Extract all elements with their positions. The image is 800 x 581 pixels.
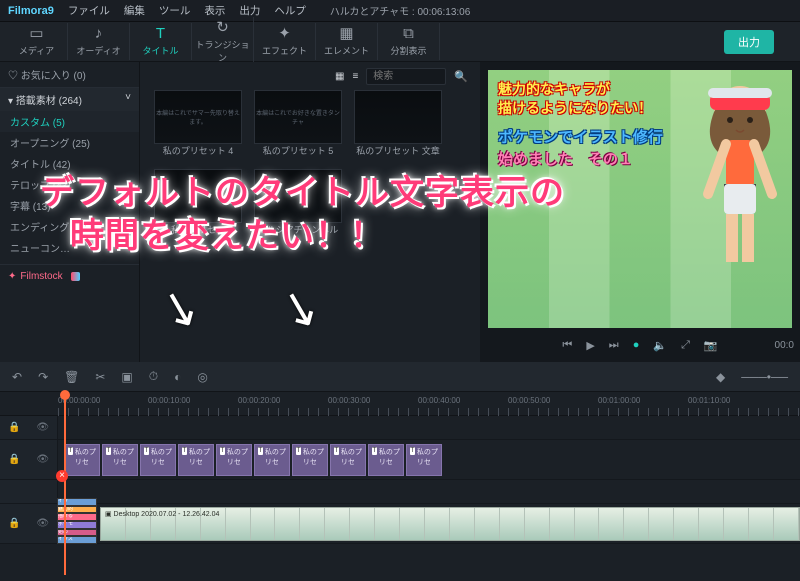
menu-help[interactable]: ヘルプ — [274, 3, 306, 18]
list-view-icon[interactable]: ≡ — [352, 71, 358, 82]
playhead[interactable] — [64, 392, 66, 575]
preview-timecode: 00:0 — [775, 340, 794, 351]
preview-panel: 魅力的なキャラが 描けるようになりたい！ ポケモンでイラスト修行 始めました そ… — [480, 62, 800, 362]
title-clip[interactable]: 私のプリセ — [292, 444, 328, 476]
title-clip[interactable]: 私のプリセ — [102, 444, 138, 476]
mode-tab-5[interactable]: ▦エレメント — [316, 23, 378, 60]
track-spacer — [0, 480, 800, 504]
filmstock-link[interactable]: ✦ Filmstock — [0, 264, 139, 288]
timeline-toolbar: ↶ ↷ 🗑 ✂ ▣ ⏱ ◐ ◎ ◆ ───•── — [0, 362, 800, 392]
title-clip[interactable]: 私のプリセ — [254, 444, 290, 476]
menu-file[interactable]: ファイル — [68, 3, 110, 18]
color-button[interactable]: ◐ — [174, 370, 181, 384]
lock-icon[interactable]: 🔒 — [8, 518, 20, 529]
eye-icon[interactable]: 👁 — [36, 454, 49, 465]
asset-thumb-4[interactable]: 海ルシアチャンネル — [254, 169, 342, 236]
speed-button[interactable]: ⏱ — [149, 369, 158, 384]
record-button[interactable]: ● — [633, 339, 640, 351]
favorites-header[interactable]: ♡ お気に入り (0) — [0, 62, 139, 88]
mode-tab-1[interactable]: ♪オーディオ — [68, 23, 130, 60]
grid-view-icon[interactable]: ▦ — [335, 71, 344, 82]
mode-tabs: ▭メディア♪オーディオTタイトル↻トランジション✦エフェクト▦エレメント⧉分割表… — [0, 22, 800, 62]
asset-thumb-2[interactable]: 私のプリセット 文章 — [354, 90, 442, 157]
cut-button[interactable]: ✂ — [95, 370, 105, 384]
menubar: ファイル 編集 ツール 表示 出力 ヘルプ — [68, 3, 306, 18]
undo-button[interactable]: ↶ — [12, 370, 22, 384]
lock-icon[interactable]: 🔒 — [8, 454, 20, 465]
title-clip[interactable]: 私のプリセ — [406, 444, 442, 476]
delete-marker[interactable]: × — [56, 470, 68, 482]
eye-icon[interactable]: 👁 — [36, 422, 49, 433]
title-clip[interactable]: 私のプリセ — [330, 444, 366, 476]
character-illustration — [690, 74, 790, 274]
search-input[interactable] — [366, 68, 446, 85]
volume-icon[interactable]: 🔈 — [653, 339, 667, 352]
track-3: 🔒👁 — [0, 416, 800, 440]
mode-tab-0[interactable]: ▭メディア — [6, 23, 68, 60]
title-clip[interactable]: 私のプリセ — [140, 444, 176, 476]
timeline-ruler[interactable]: 00:00:00:0000:00:10:0000:00:20:0000:00:3… — [0, 392, 800, 416]
play-button[interactable]: ▶ — [586, 339, 594, 352]
next-frame-button[interactable]: ⏭ — [609, 339, 619, 352]
prev-frame-button[interactable]: ⏮ — [562, 339, 572, 352]
tracks-area: × 🔒👁 🔒👁 私のプリセ私のプリセ私のプリセ私のプリセ私のプリセ私のプリセ私の… — [0, 416, 800, 581]
track-1-video: 🔒👁 ▣ Desktop 2020.07.02 - 12.26.42.04イラ魅… — [0, 504, 800, 544]
zoom-slider[interactable]: ───•── — [741, 370, 788, 384]
category-item-2[interactable]: タイトル (42) — [0, 153, 139, 174]
title-clip[interactable]: 私のプリセ — [216, 444, 252, 476]
category-item-5[interactable]: エンディング (14) — [0, 216, 139, 237]
green-button[interactable]: ◎ — [197, 370, 207, 384]
title-clip[interactable]: 私のプリセ — [368, 444, 404, 476]
lock-icon[interactable]: 🔒 — [8, 422, 20, 433]
marker-button[interactable]: ◆ — [716, 370, 725, 384]
delete-button[interactable]: 🗑 — [64, 370, 79, 384]
asset-thumb-3[interactable]: 私のプリセ… — [154, 169, 242, 236]
snapshot-icon[interactable]: 📷 — [704, 339, 718, 352]
playback-controls: ⏮ ▶ ⏭ ● 🔈 ⤢ 📷 00:0 — [480, 328, 800, 362]
mode-tab-6[interactable]: ⧉分割表示 — [378, 23, 440, 60]
titlebar: Filmora9 ファイル 編集 ツール 表示 出力 ヘルプ ハルカとアチャモ … — [0, 0, 800, 22]
asset-browser: ▦ ≡ 🔍 本編はこれでサマー先取り替えます。私のプリセット 4本編はこれでお好… — [140, 62, 480, 362]
redo-button[interactable]: ↷ — [38, 370, 48, 384]
app-logo: Filmora9 — [8, 5, 54, 17]
title-clip[interactable]: 私のプリセ — [178, 444, 214, 476]
category-item-3[interactable]: テロップ (43) — [0, 174, 139, 195]
chevron-down-icon: ˅ — [125, 92, 131, 107]
category-item-6[interactable]: ニューコン… — [0, 237, 139, 258]
mode-tab-4[interactable]: ✦エフェクト — [254, 23, 316, 60]
search-icon[interactable]: 🔍 — [454, 70, 468, 83]
menu-edit[interactable]: 編集 — [124, 3, 145, 18]
category-item-1[interactable]: オープニング (25) — [0, 132, 139, 153]
crop-button[interactable]: ▣ — [121, 370, 132, 384]
document-title: ハルカとアチャモ : 00:06:13:06 — [330, 3, 471, 18]
category-item-4[interactable]: 字幕 (13) — [0, 195, 139, 216]
mode-tab-3[interactable]: ↻トランジション — [192, 17, 254, 67]
menu-tools[interactable]: ツール — [159, 3, 191, 18]
eye-icon[interactable]: 👁 — [36, 518, 49, 529]
clip-thumbnail-stack: イラ魅力的描けるポケモ始めイラス — [57, 498, 97, 544]
asset-thumb-1[interactable]: 本編はこれでお好きな置きタンチャ私のプリセット 5 — [254, 90, 342, 157]
video-clip[interactable]: ▣ Desktop 2020.07.02 - 12.26.42.04 — [100, 507, 800, 541]
asset-thumb-0[interactable]: 本編はこれでサマー先取り替えます。私のプリセット 4 — [154, 90, 242, 157]
fullscreen-icon[interactable]: ⤢ — [681, 339, 690, 352]
export-button[interactable]: 出力 — [724, 30, 774, 54]
category-item-0[interactable]: カスタム (5) — [0, 111, 139, 132]
preview-canvas[interactable]: 魅力的なキャラが 描けるようになりたい！ ポケモンでイラスト修行 始めました そ… — [488, 70, 792, 328]
category-sidebar: ♡ お気に入り (0) ▾ 搭載素材 (264)˅ カスタム (5)オープニング… — [0, 62, 140, 362]
title-clip[interactable]: 私のプリセ — [64, 444, 100, 476]
mode-tab-2[interactable]: Tタイトル — [130, 23, 192, 60]
category-header[interactable]: ▾ 搭載素材 (264)˅ — [0, 88, 139, 111]
track-2-titles: 🔒👁 私のプリセ私のプリセ私のプリセ私のプリセ私のプリセ私のプリセ私のプリセ私の… — [0, 440, 800, 480]
